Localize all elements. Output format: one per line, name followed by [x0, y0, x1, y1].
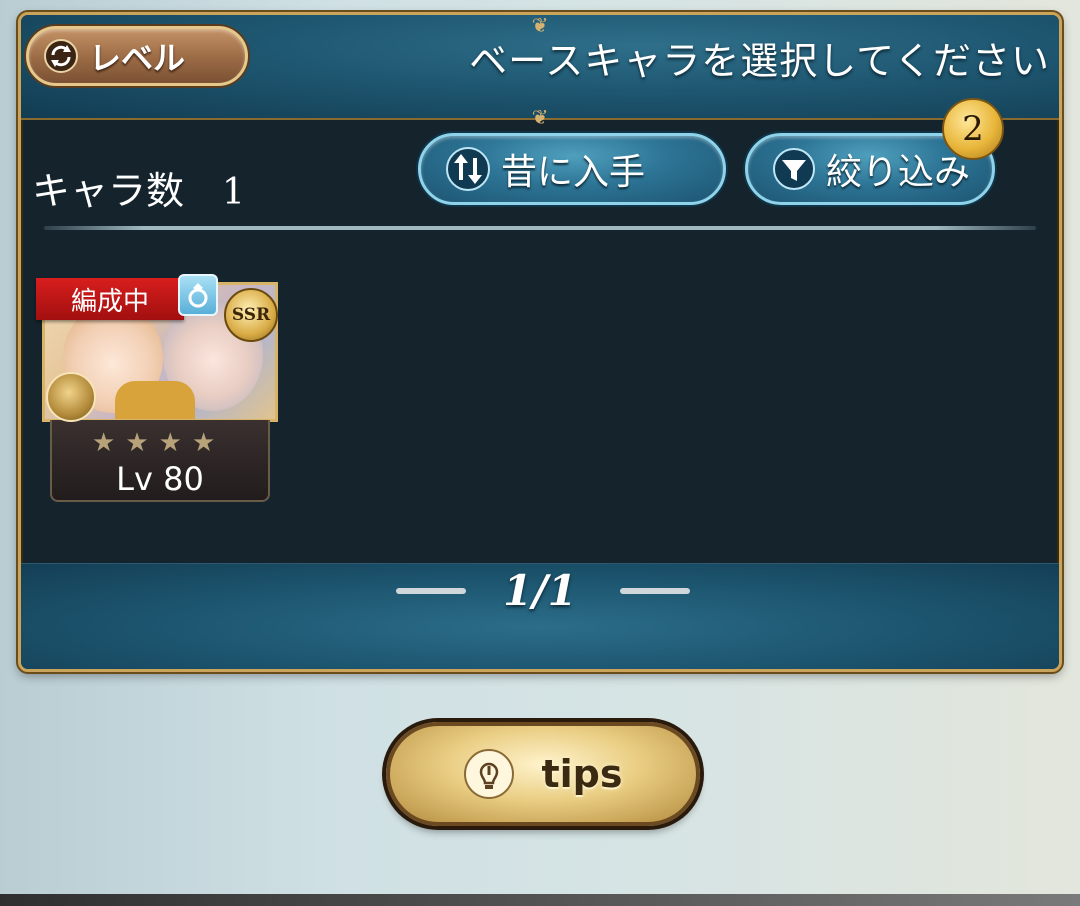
lightbulb-icon [464, 749, 515, 799]
tips-button[interactable]: tips [386, 722, 700, 826]
tips-label: tips [541, 752, 623, 796]
level-sort-button[interactable]: レベル [26, 26, 248, 86]
page-title: ベースキャラを選択してください [469, 39, 1050, 83]
bottom-bar [0, 894, 1080, 906]
star-icon: ★ [125, 428, 149, 458]
header-divider-ornament-icon: ❦ [531, 105, 549, 129]
character-level: Lv 80 [116, 460, 204, 498]
pagination-right-ornament [620, 588, 690, 594]
sort-order-button[interactable]: 昔に入手 [418, 133, 726, 205]
level-button-label: レベル [89, 39, 186, 77]
cycle-icon [44, 39, 78, 73]
ring-icon [178, 274, 218, 316]
character-info: ★ ★ ★ ★ Lv 80 [50, 420, 270, 502]
chara-count: キャラ数 1 [32, 160, 245, 215]
filter-label: 絞り込み [826, 152, 971, 193]
element-icon [46, 372, 96, 422]
star-icon: ★ [158, 428, 182, 458]
sort-order-label: 昔に入手 [501, 152, 646, 193]
star-rating: ★ ★ ★ ★ [92, 428, 215, 458]
sort-arrows-icon [446, 147, 490, 191]
star-icon: ★ [92, 428, 116, 458]
chara-count-value: 1 [222, 172, 245, 213]
filter-funnel-icon [773, 148, 815, 190]
rarity-badge: SSR [224, 288, 278, 342]
pagination-indicator: 1/1 [503, 566, 577, 615]
chara-count-label: キャラ数 [32, 169, 185, 213]
star-icon: ★ [191, 428, 216, 458]
in-formation-badge: 編成中 [36, 278, 184, 320]
filter-count-badge: 2 [942, 98, 1004, 160]
section-divider [44, 226, 1036, 230]
